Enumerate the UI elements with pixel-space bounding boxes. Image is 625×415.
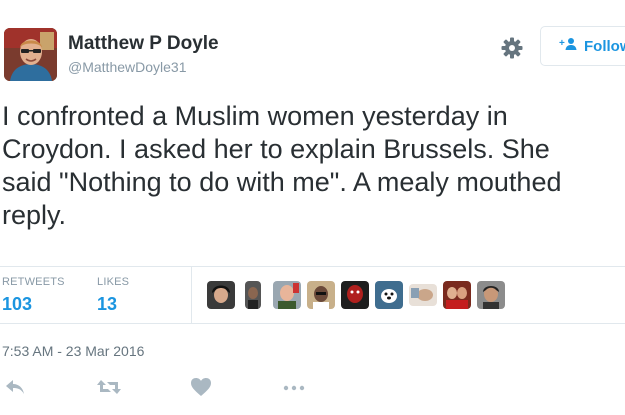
liker-avatar[interactable] <box>245 281 261 309</box>
tweet-text: I confronted a Muslim women yesterday in… <box>2 100 625 232</box>
tweet-text-line: Croydon. I asked her to explain Brussels… <box>2 134 550 164</box>
gear-icon[interactable] <box>500 36 524 60</box>
svg-text:+: + <box>559 38 565 49</box>
liker-avatar[interactable] <box>207 281 235 309</box>
timestamp[interactable]: 7:53 AM - 23 Mar 2016 <box>2 343 144 359</box>
retweets-label: RETWEETS <box>2 276 65 288</box>
liker-avatar[interactable] <box>477 281 505 309</box>
stats-separator <box>191 267 192 323</box>
user-handle[interactable]: @MatthewDoyle31 <box>68 59 187 75</box>
likes-count: 13 <box>97 294 118 314</box>
liker-avatar[interactable] <box>273 281 301 309</box>
like-icon[interactable] <box>190 377 212 397</box>
liker-avatar[interactable] <box>341 281 369 309</box>
liker-avatar[interactable] <box>307 281 335 309</box>
reply-icon[interactable] <box>4 377 26 397</box>
add-person-icon: + <box>559 37 579 56</box>
retweets-stat[interactable]: RETWEETS 103 <box>2 276 65 315</box>
divider <box>0 266 625 267</box>
liker-avatar[interactable] <box>443 281 471 309</box>
display-name[interactable]: Matthew P Doyle <box>68 33 219 55</box>
tweet-text-line: I confronted a Muslim women yesterday in <box>2 101 508 131</box>
follow-label: Follow <box>584 37 625 55</box>
liker-avatar[interactable] <box>409 284 437 306</box>
likes-stat[interactable]: LIKES 13 <box>97 276 129 315</box>
avatar[interactable] <box>4 28 57 81</box>
tweet-text-line: reply. <box>2 200 67 230</box>
follow-button[interactable]: + Follow <box>540 26 625 66</box>
more-icon[interactable] <box>282 377 306 397</box>
tweet-text-line: said "Nothing to do with me". A mealy mo… <box>2 167 562 197</box>
retweet-icon[interactable] <box>96 377 122 397</box>
likes-label: LIKES <box>97 276 130 288</box>
liker-avatar[interactable] <box>375 281 403 309</box>
retweets-count: 103 <box>2 294 33 314</box>
divider <box>0 323 625 324</box>
